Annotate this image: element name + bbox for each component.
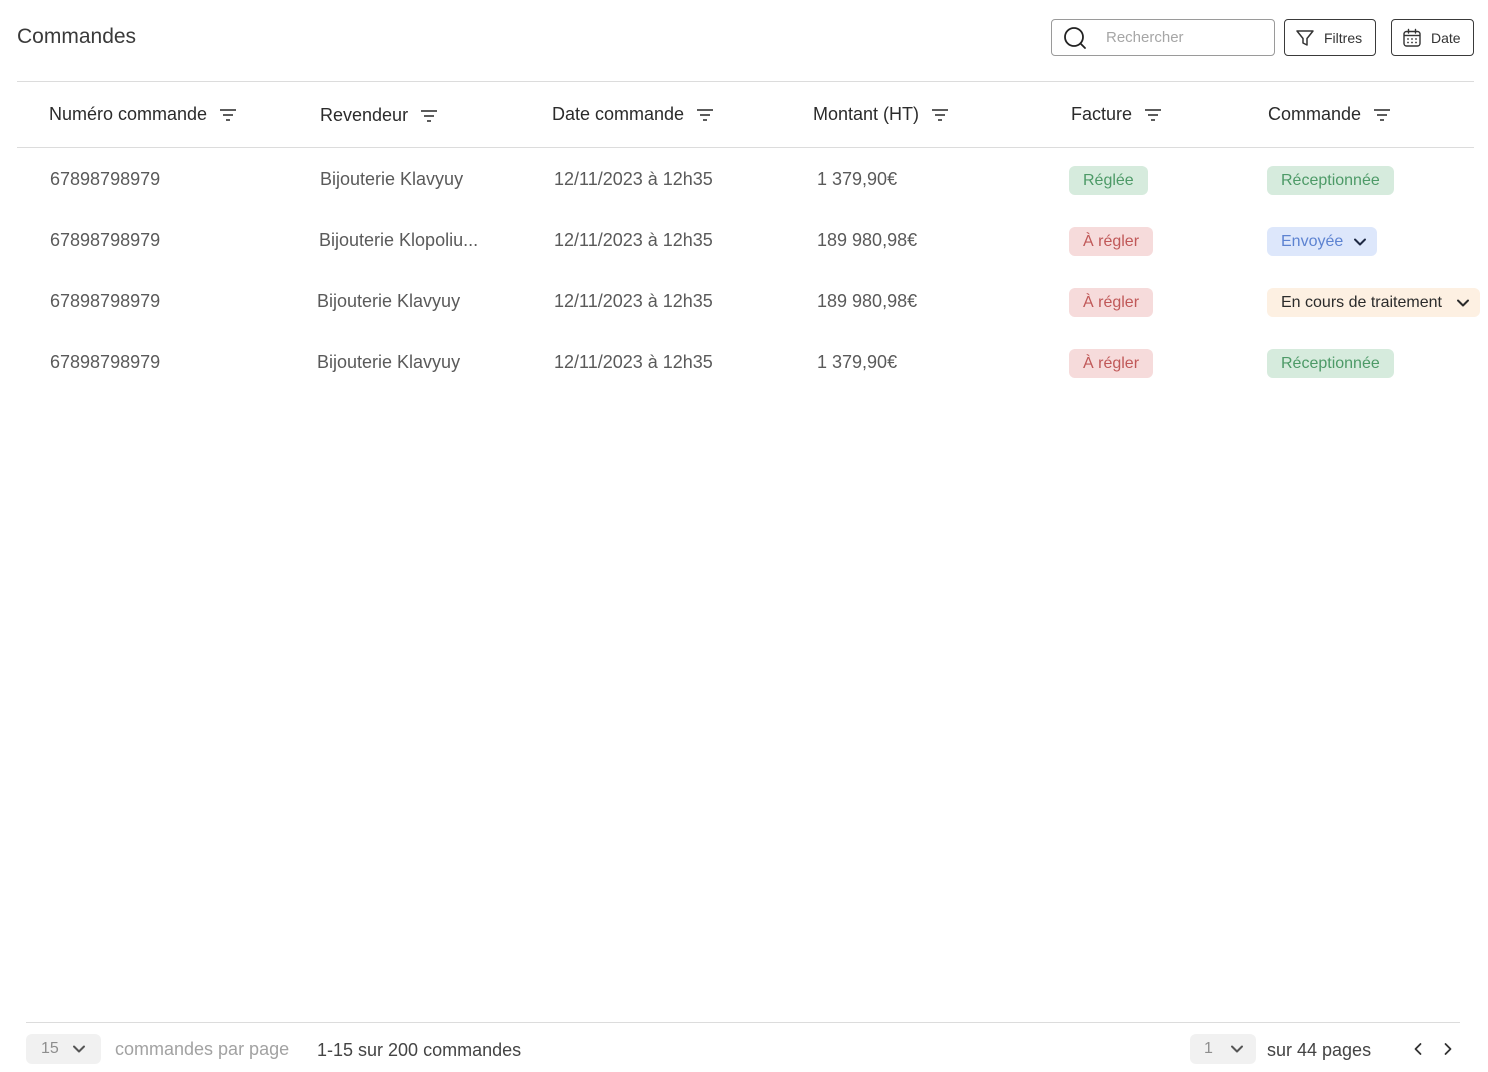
invoice-status-badge: Réglée [1069,166,1148,195]
results-range: 1-15 sur 200 commandes [317,1040,522,1060]
order-number-cell: 67898798979 [50,352,161,372]
reseller-cell: Bijouterie Klavyuy [320,169,464,189]
chevron-right-icon [1441,1042,1455,1056]
column-filter-icon[interactable] [219,106,237,124]
amount-cell: 189 980,98€ [817,291,918,311]
page-select[interactable]: 1 [1190,1034,1256,1064]
chevron-down-icon [1230,1042,1244,1056]
reseller-cell: Bijouterie Klopoliu... [319,230,479,250]
previous-page-button[interactable] [1408,1039,1428,1059]
table-row[interactable]: 67898798979 Bijouterie Klavyuy 12/11/202… [17,271,1488,332]
column-filter-icon[interactable] [696,106,714,124]
search-input[interactable] [1106,29,1266,46]
order-status-badge: Réceptionnée [1267,349,1394,378]
amount-cell: 1 379,90€ [817,169,898,189]
filters-button-label: Filtres [1324,29,1363,46]
reseller-cell: Bijouterie Klavyuy [317,352,461,372]
table-row[interactable]: 67898798979 Bijouterie Klavyuy 12/11/202… [17,149,1488,210]
filters-button[interactable]: Filtres [1284,19,1376,56]
order-number-cell: 67898798979 [50,291,161,311]
order-status-dropdown[interactable]: Envoyée [1267,227,1378,256]
chevron-left-icon [1411,1042,1425,1056]
header-bar: Commandes Filtres Date [17,0,1474,82]
column-header-order-status[interactable]: Commande [1268,104,1391,125]
order-number-cell: 67898798979 [50,230,161,250]
column-header-order-date[interactable]: Date commande [552,104,714,125]
reseller-cell: Bijouterie Klavyuy [317,291,461,311]
invoice-status-badge: À régler [1069,227,1154,256]
column-filter-icon[interactable] [1373,106,1391,124]
invoice-status-badge: À régler [1069,349,1154,378]
column-filter-icon[interactable] [420,107,438,125]
order-status-dropdown[interactable]: En cours de traitement [1267,288,1480,317]
column-header-order-number[interactable]: Numéro commande [49,104,237,125]
column-header-reseller[interactable]: Revendeur [320,105,438,126]
order-date-cell: 12/11/2023 à 12h35 [554,169,713,189]
invoice-status-badge: À régler [1069,288,1154,317]
per-page-select[interactable]: 15 [26,1034,101,1064]
order-date-cell: 12/11/2023 à 12h35 [554,291,713,311]
search-icon [1062,25,1088,51]
page-title: Commandes [17,25,137,48]
chevron-down-icon [72,1042,86,1056]
pages-total: sur 44 pages [1267,1040,1372,1060]
filter-funnel-icon [1295,28,1315,48]
order-number-cell: 67898798979 [50,169,161,189]
order-date-cell: 12/11/2023 à 12h35 [554,230,713,250]
column-header-invoice[interactable]: Facture [1071,104,1162,125]
order-date-cell: 12/11/2023 à 12h35 [554,352,713,372]
column-header-amount[interactable]: Montant (HT) [813,104,949,125]
calendar-icon [1402,28,1422,48]
amount-cell: 1 379,90€ [817,352,898,372]
table-header: Numéro commande Revendeur Date commande … [17,83,1474,148]
order-status-badge: Réceptionnée [1267,166,1394,195]
search-box[interactable] [1051,19,1275,56]
pagination-bar: 15 commandes par page 1-15 sur 200 comma… [26,1022,1460,1072]
date-button-label: Date [1431,29,1461,46]
amount-cell: 189 980,98€ [817,230,918,250]
table-row[interactable]: 67898798979 Bijouterie Klavyuy 12/11/202… [17,332,1488,393]
column-filter-icon[interactable] [1144,106,1162,124]
table-row[interactable]: 67898798979 Bijouterie Klopoliu... 12/11… [17,210,1488,271]
per-page-label: commandes par page [115,1039,290,1059]
column-filter-icon[interactable] [931,106,949,124]
date-button[interactable]: Date [1391,19,1474,56]
next-page-button[interactable] [1438,1039,1458,1059]
chevron-down-icon [1456,296,1470,310]
chevron-down-icon [1353,235,1367,249]
